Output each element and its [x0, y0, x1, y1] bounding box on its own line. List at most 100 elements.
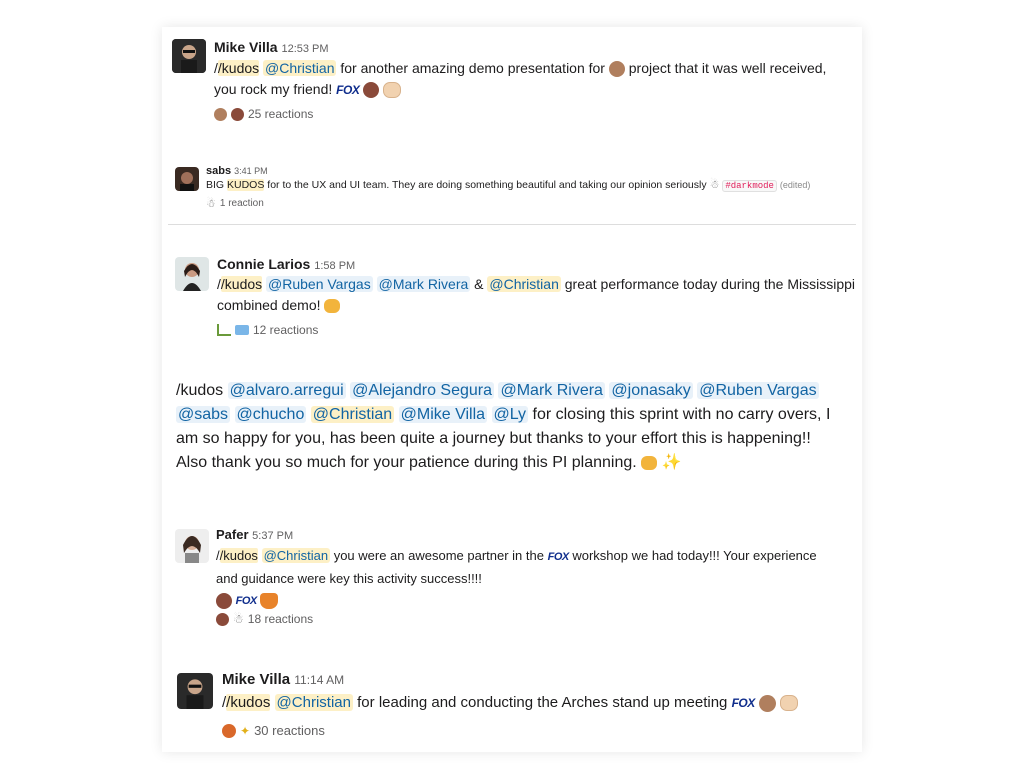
message-text-2: combined demo!: [217, 297, 321, 313]
message-text-2: am so happy for you, has been quite a jo…: [176, 430, 811, 447]
message-connie-larios: Connie Larios 1:58 PM //kudos @Ruben Var…: [162, 245, 862, 345]
reactions-bar[interactable]: ✦ 30 reactions: [222, 723, 325, 738]
mention-jonasaky[interactable]: @jonasaky: [609, 382, 693, 399]
mention-mark-rivera[interactable]: @Mark Rivera: [498, 382, 605, 399]
timestamp[interactable]: 3:41 PM: [234, 166, 268, 176]
message-mike-villa-2: Mike Villa 11:14 AM //kudos @Christian f…: [162, 665, 862, 752]
message-text-2: workshop we had today!!! Your experience: [572, 548, 817, 563]
ampersand: &: [474, 276, 484, 292]
fist-bump-emoji: [383, 82, 402, 99]
message-text: you were an awesome partner in the: [333, 548, 544, 563]
mention-christian[interactable]: @Christian: [263, 60, 337, 76]
kudos-command: /kudos: [220, 276, 263, 292]
author-name[interactable]: sabs: [206, 165, 231, 177]
command: //kudos: [222, 694, 271, 711]
mention-ly[interactable]: @Ly: [491, 406, 529, 423]
mention-alvaro-arregui[interactable]: @alvaro.arregui: [227, 382, 346, 399]
mention-ruben-vargas[interactable]: @Ruben Vargas: [697, 382, 819, 399]
person-emoji: [758, 694, 776, 712]
mention-christian[interactable]: @Christian: [310, 406, 395, 423]
kudos-command: /kudos: [226, 694, 271, 711]
avatar[interactable]: [172, 39, 206, 73]
reactions-bar[interactable]: 12 reactions: [217, 323, 318, 337]
person-emoji: [216, 592, 232, 609]
party-popper-emoji: ✨: [661, 454, 682, 471]
reaction-count[interactable]: 25 reactions: [248, 107, 313, 121]
kudos-command: /kudos: [219, 548, 258, 563]
command: //kudos: [216, 548, 258, 563]
edited-label: (edited): [779, 180, 811, 191]
mention-christian[interactable]: @Christian: [487, 276, 561, 292]
author-name[interactable]: Pafer: [216, 527, 249, 542]
mention-christian[interactable]: @Christian: [274, 694, 353, 711]
mention-sabs[interactable]: @sabs: [176, 406, 231, 423]
message-text-2: project that it was well received,: [628, 60, 827, 76]
snowman-emoji: ☃: [709, 179, 720, 191]
mention-alejandro-segura[interactable]: @Alejandro Segura: [350, 382, 495, 399]
message-text: for closing this sprint with no carry ov…: [532, 406, 831, 423]
person-emoji: [608, 61, 625, 78]
message-continuation: /kudos @alvaro.arregui @Alejandro Segura…: [162, 379, 862, 489]
person-emoji-2: [363, 82, 380, 99]
author-name[interactable]: Mike Villa: [214, 39, 278, 55]
message-feed: Mike Villa 12:53 PM //kudos @Christian f…: [162, 27, 862, 752]
fox-emoji-2: FOX: [235, 595, 258, 607]
snowman-reaction-icon[interactable]: ☃: [206, 197, 216, 210]
badge-reaction-icon[interactable]: [222, 723, 236, 738]
timestamp[interactable]: 5:37 PM: [252, 530, 293, 542]
fox-emoji: FOX: [336, 83, 360, 97]
snowman-reaction-icon[interactable]: ☃: [233, 612, 244, 626]
fist-bump-emoji: [780, 695, 799, 712]
reaction-count[interactable]: 12 reactions: [253, 323, 318, 337]
darkmode-tag[interactable]: #darkmode: [722, 180, 777, 193]
mention-chucho[interactable]: @chucho: [234, 406, 307, 423]
divider: [168, 224, 856, 225]
avatar[interactable]: [175, 529, 209, 563]
avatar[interactable]: [175, 167, 199, 191]
person-reaction-icon-2[interactable]: [231, 107, 244, 121]
message-text: BIG: [206, 179, 225, 192]
avatar[interactable]: [175, 257, 209, 291]
message-text: great performance today during the Missi…: [564, 276, 856, 292]
command: //kudos: [214, 60, 260, 76]
plant-reaction-icon[interactable]: [217, 324, 231, 336]
author-name[interactable]: Connie Larios: [217, 256, 310, 272]
message-text-2: for to the UX and UI team. They are doin…: [267, 179, 707, 192]
message-pafer: Pafer 5:37 PM //kudos @Christian you wer…: [162, 519, 862, 634]
mention-christian[interactable]: @Christian: [261, 548, 331, 563]
timestamp[interactable]: 1:58 PM: [314, 260, 355, 272]
reactions-bar[interactable]: 25 reactions: [214, 107, 313, 121]
fox-face-emoji: [260, 592, 279, 609]
reaction-count[interactable]: 1 reaction: [220, 198, 264, 209]
message-text-3: and guidance were key this activity succ…: [216, 571, 482, 586]
message-text: for leading and conducting the Arches st…: [357, 694, 728, 711]
fox-emoji: FOX: [731, 696, 756, 710]
reactions-bar[interactable]: ☃ 1 reaction: [206, 197, 264, 210]
avatar[interactable]: [177, 673, 213, 709]
fox-emoji: FOX: [547, 551, 570, 563]
message-text-3: Also thank you so much for your patience…: [176, 454, 637, 472]
message-mike-villa-1: Mike Villa 12:53 PM //kudos @Christian f…: [162, 27, 862, 137]
message-text: for another amazing demo presentation fo…: [340, 60, 605, 76]
kudos-keyword: KUDOS: [227, 179, 265, 192]
clap-emoji: [324, 299, 341, 314]
timestamp[interactable]: 11:14 AM: [294, 673, 344, 687]
mention-mark-rivera[interactable]: @Mark Rivera: [376, 276, 471, 292]
sparkle-reaction-icon[interactable]: ✦: [240, 724, 250, 738]
mention-mike-villa[interactable]: @Mike Villa: [398, 406, 488, 423]
mention-ruben-vargas[interactable]: @Ruben Vargas: [266, 276, 373, 292]
kudos-command: /kudos: [217, 60, 260, 76]
shirt-reaction-icon[interactable]: [235, 325, 249, 335]
message-text-3: you rock my friend!: [214, 81, 333, 97]
command: /kudos: [176, 382, 224, 399]
reactions-bar[interactable]: ☃ 18 reactions: [216, 612, 313, 626]
command: //kudos: [217, 276, 263, 292]
reaction-count[interactable]: 30 reactions: [254, 723, 325, 738]
person-reaction-icon[interactable]: [216, 612, 229, 626]
clap-emoji: [641, 456, 658, 470]
message-sabs: sabs 3:41 PM BIG KUDOS for to the UX and…: [162, 157, 862, 217]
timestamp[interactable]: 12:53 PM: [281, 43, 328, 55]
author-name[interactable]: Mike Villa: [222, 671, 290, 688]
person-reaction-icon[interactable]: [214, 107, 227, 121]
reaction-count[interactable]: 18 reactions: [248, 612, 313, 626]
